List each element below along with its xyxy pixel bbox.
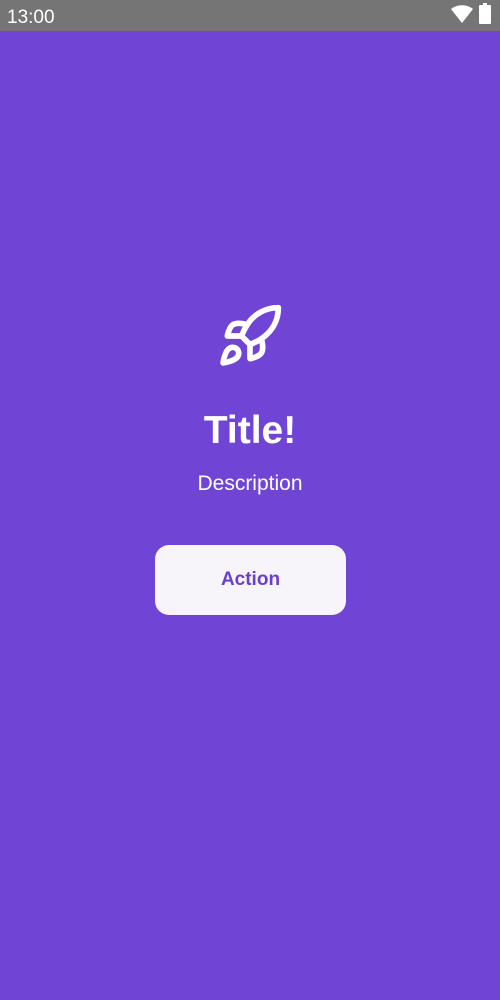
status-bar: 13:00	[0, 0, 500, 31]
page-title: Title!	[203, 409, 297, 452]
status-time: 13:00	[7, 7, 55, 28]
battery-icon	[479, 3, 491, 29]
status-icons	[450, 3, 491, 29]
action-button[interactable]: Action	[155, 545, 346, 615]
rocket-icon	[216, 302, 284, 370]
wifi-icon	[450, 4, 474, 29]
page-description: Description	[197, 472, 303, 495]
main-screen: Title! Description Action	[0, 31, 500, 1000]
